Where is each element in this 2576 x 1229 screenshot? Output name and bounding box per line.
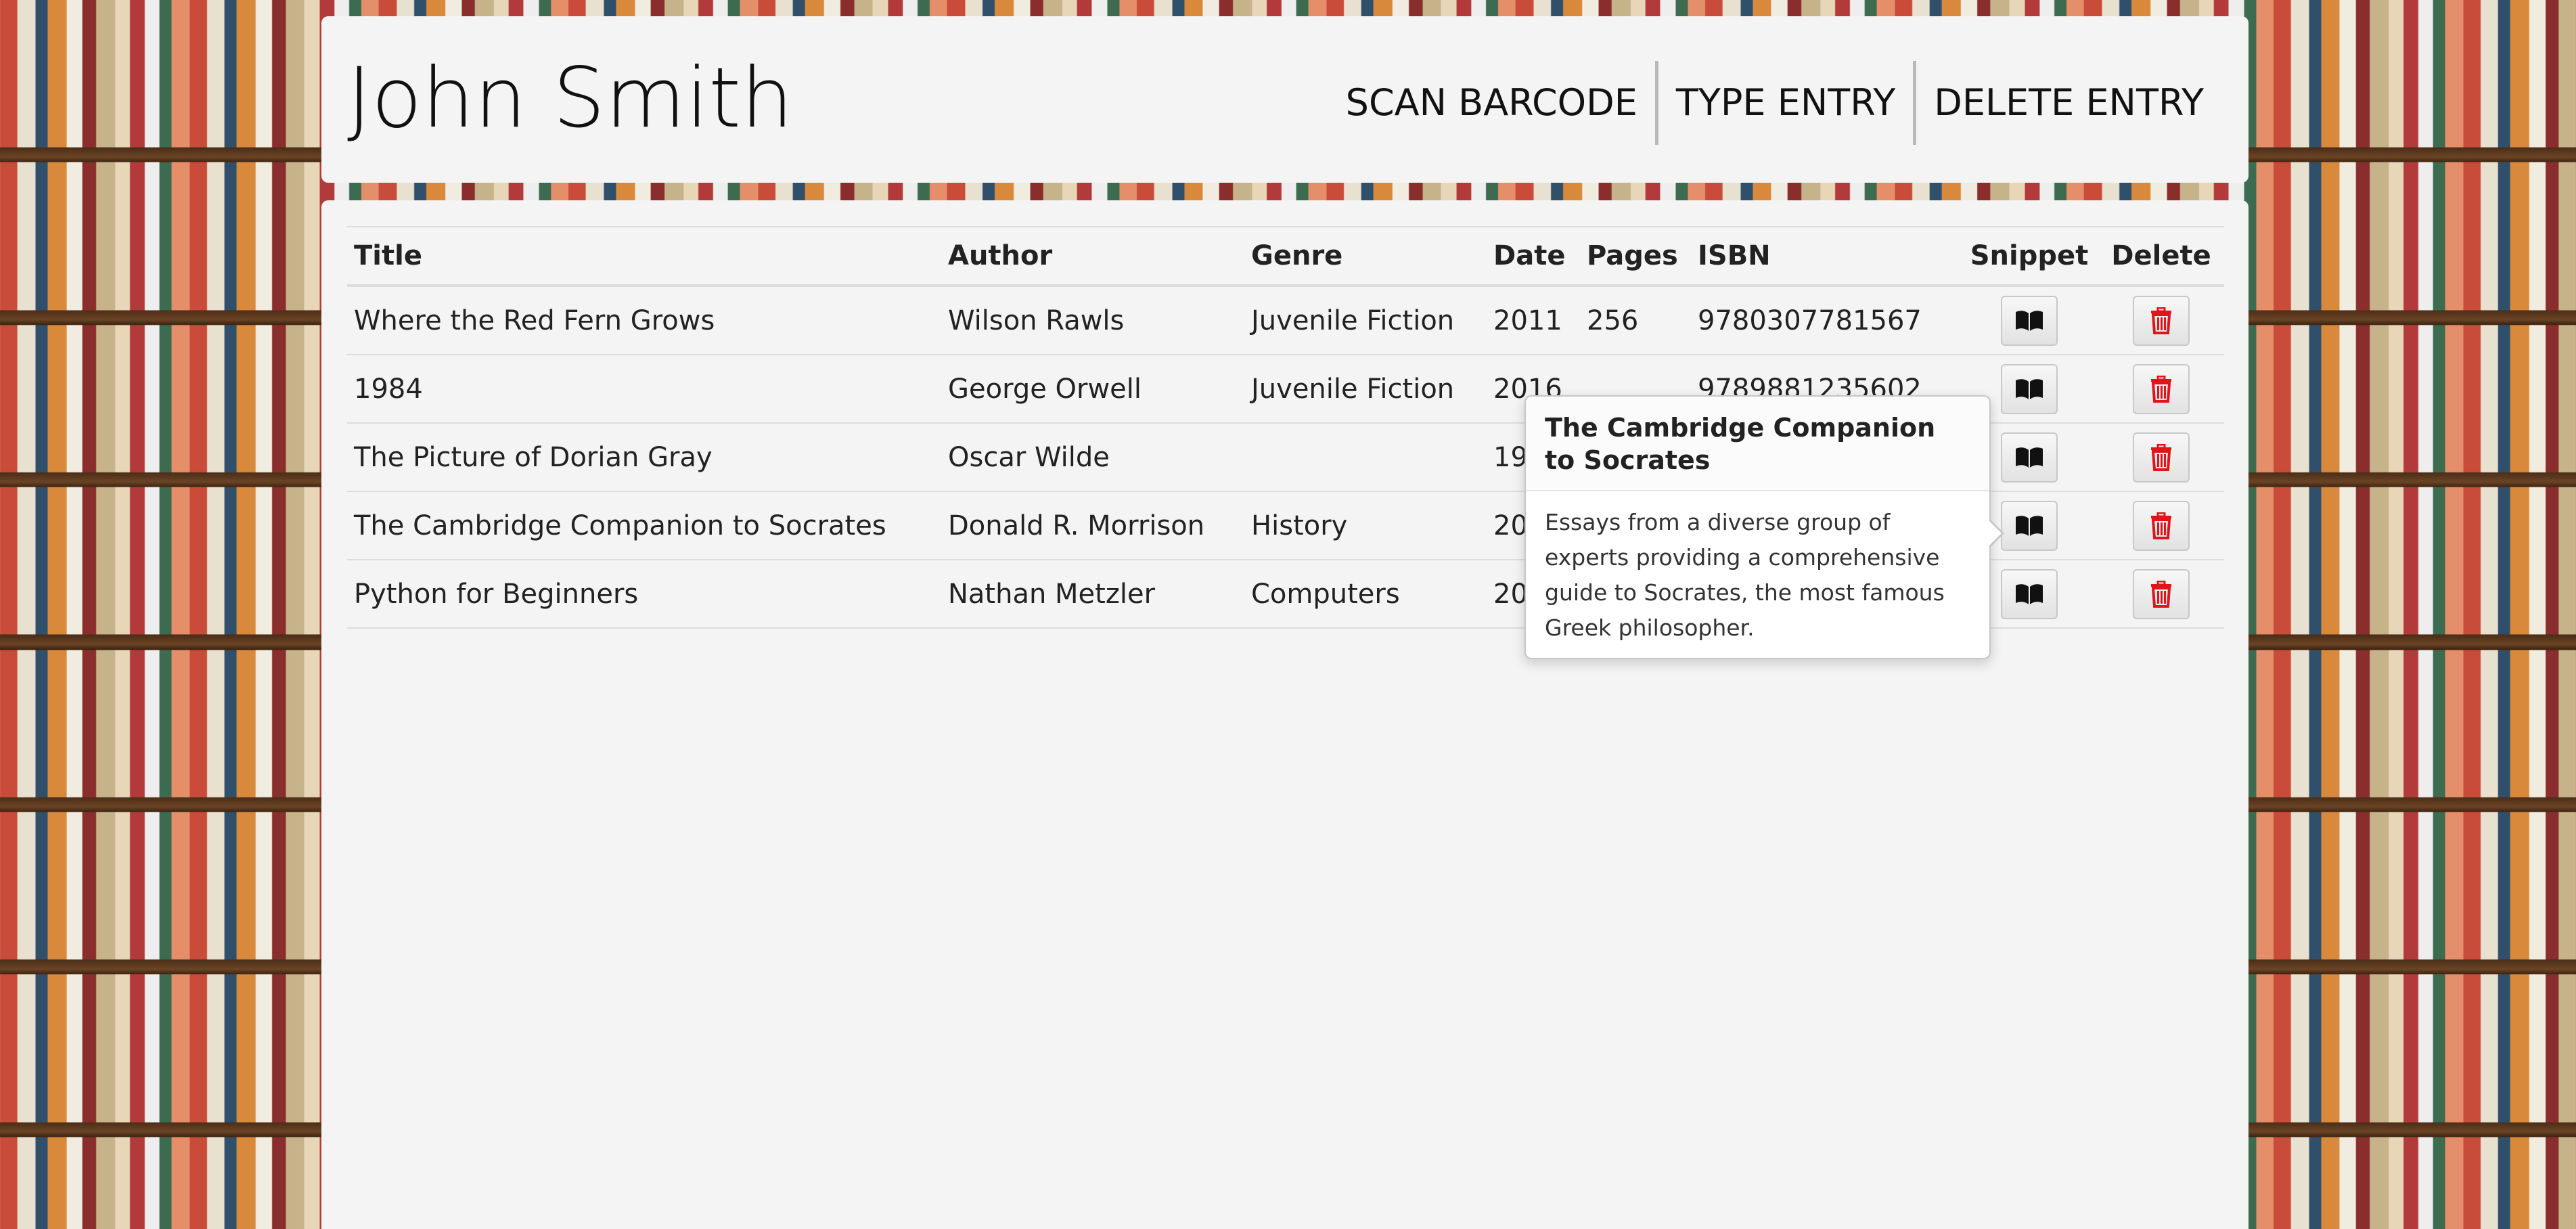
delete-trash-icon[interactable] <box>2133 295 2190 346</box>
cell-author: Wilson Rawls <box>941 286 1244 355</box>
cell-date: 2011 <box>1487 286 1580 355</box>
cell-title: Where the Red Fern Grows <box>347 286 941 355</box>
cell-genre: History <box>1244 491 1487 560</box>
books-panel: Title Author Genre Date Pages ISBN Snipp… <box>321 200 2249 1229</box>
column-header-genre[interactable]: Genre <box>1244 226 1487 287</box>
snippet-popover: The Cambridge Companion to Socrates Essa… <box>1524 395 2004 659</box>
cell-delete <box>2098 491 2224 560</box>
popover-title: The Cambridge Companion to Socrates <box>1526 397 1989 491</box>
type-entry-button[interactable]: TYPE ENTRY <box>1658 61 1913 145</box>
table-header-row: Title Author Genre Date Pages ISBN Snipp… <box>347 226 2224 287</box>
column-header-isbn[interactable]: ISBN <box>1691 226 1960 287</box>
snippet-book-icon[interactable] <box>2001 295 2058 346</box>
cell-title: The Cambridge Companion to Socrates <box>347 491 941 560</box>
cell-title: The Picture of Dorian Gray <box>347 423 941 492</box>
cell-isbn: 9780307781567 <box>1691 286 1960 355</box>
cell-delete <box>2098 423 2224 492</box>
delete-entry-button[interactable]: DELETE ENTRY <box>1916 61 2221 145</box>
delete-trash-icon[interactable] <box>2133 500 2190 551</box>
cell-pages: 256 <box>1580 286 1691 355</box>
column-header-pages[interactable]: Pages <box>1580 226 1691 287</box>
cell-snippet <box>1960 286 2098 355</box>
cell-title: Python for Beginners <box>347 560 941 629</box>
cell-author: Oscar Wilde <box>941 423 1244 492</box>
cell-delete <box>2098 560 2224 629</box>
table-row: Where the Red Fern Grows Wilson Rawls Juve… <box>347 286 2224 355</box>
cell-delete <box>2098 286 2224 355</box>
snippet-book-icon[interactable] <box>2001 363 2058 414</box>
column-header-delete: Delete <box>2098 226 2224 287</box>
scan-barcode-button[interactable]: SCAN BARCODE <box>1328 61 1655 145</box>
delete-trash-icon[interactable] <box>2133 363 2190 414</box>
cell-delete <box>2098 355 2224 424</box>
popover-arrow <box>1988 518 2004 548</box>
cell-author: Donald R. Morrison <box>941 491 1244 560</box>
snippet-book-icon[interactable] <box>2001 500 2058 551</box>
column-header-snippet: Snippet <box>1960 226 2098 287</box>
cell-genre <box>1244 423 1487 492</box>
column-header-title[interactable]: Title <box>347 226 941 287</box>
cell-author: George Orwell <box>941 355 1244 424</box>
cell-title: 1984 <box>347 355 941 424</box>
column-header-date[interactable]: Date <box>1487 226 1580 287</box>
cell-genre: Juvenile Fiction <box>1244 355 1487 424</box>
cell-author: Nathan Metzler <box>941 560 1244 629</box>
snippet-book-icon[interactable] <box>2001 432 2058 483</box>
header-bar: John Smith SCAN BARCODE TYPE ENTRY DELET… <box>321 16 2249 183</box>
delete-trash-icon[interactable] <box>2133 568 2190 619</box>
delete-trash-icon[interactable] <box>2133 432 2190 483</box>
snippet-book-icon[interactable] <box>2001 568 2058 619</box>
cell-genre: Computers <box>1244 560 1487 629</box>
column-header-author[interactable]: Author <box>941 226 1244 287</box>
nav-menu: SCAN BARCODE TYPE ENTRY DELETE ENTRY <box>1328 61 2221 145</box>
popover-body: Essays from a diverse group of experts p… <box>1545 509 1945 641</box>
user-name: John Smith <box>347 50 794 146</box>
cell-genre: Juvenile Fiction <box>1244 286 1487 355</box>
